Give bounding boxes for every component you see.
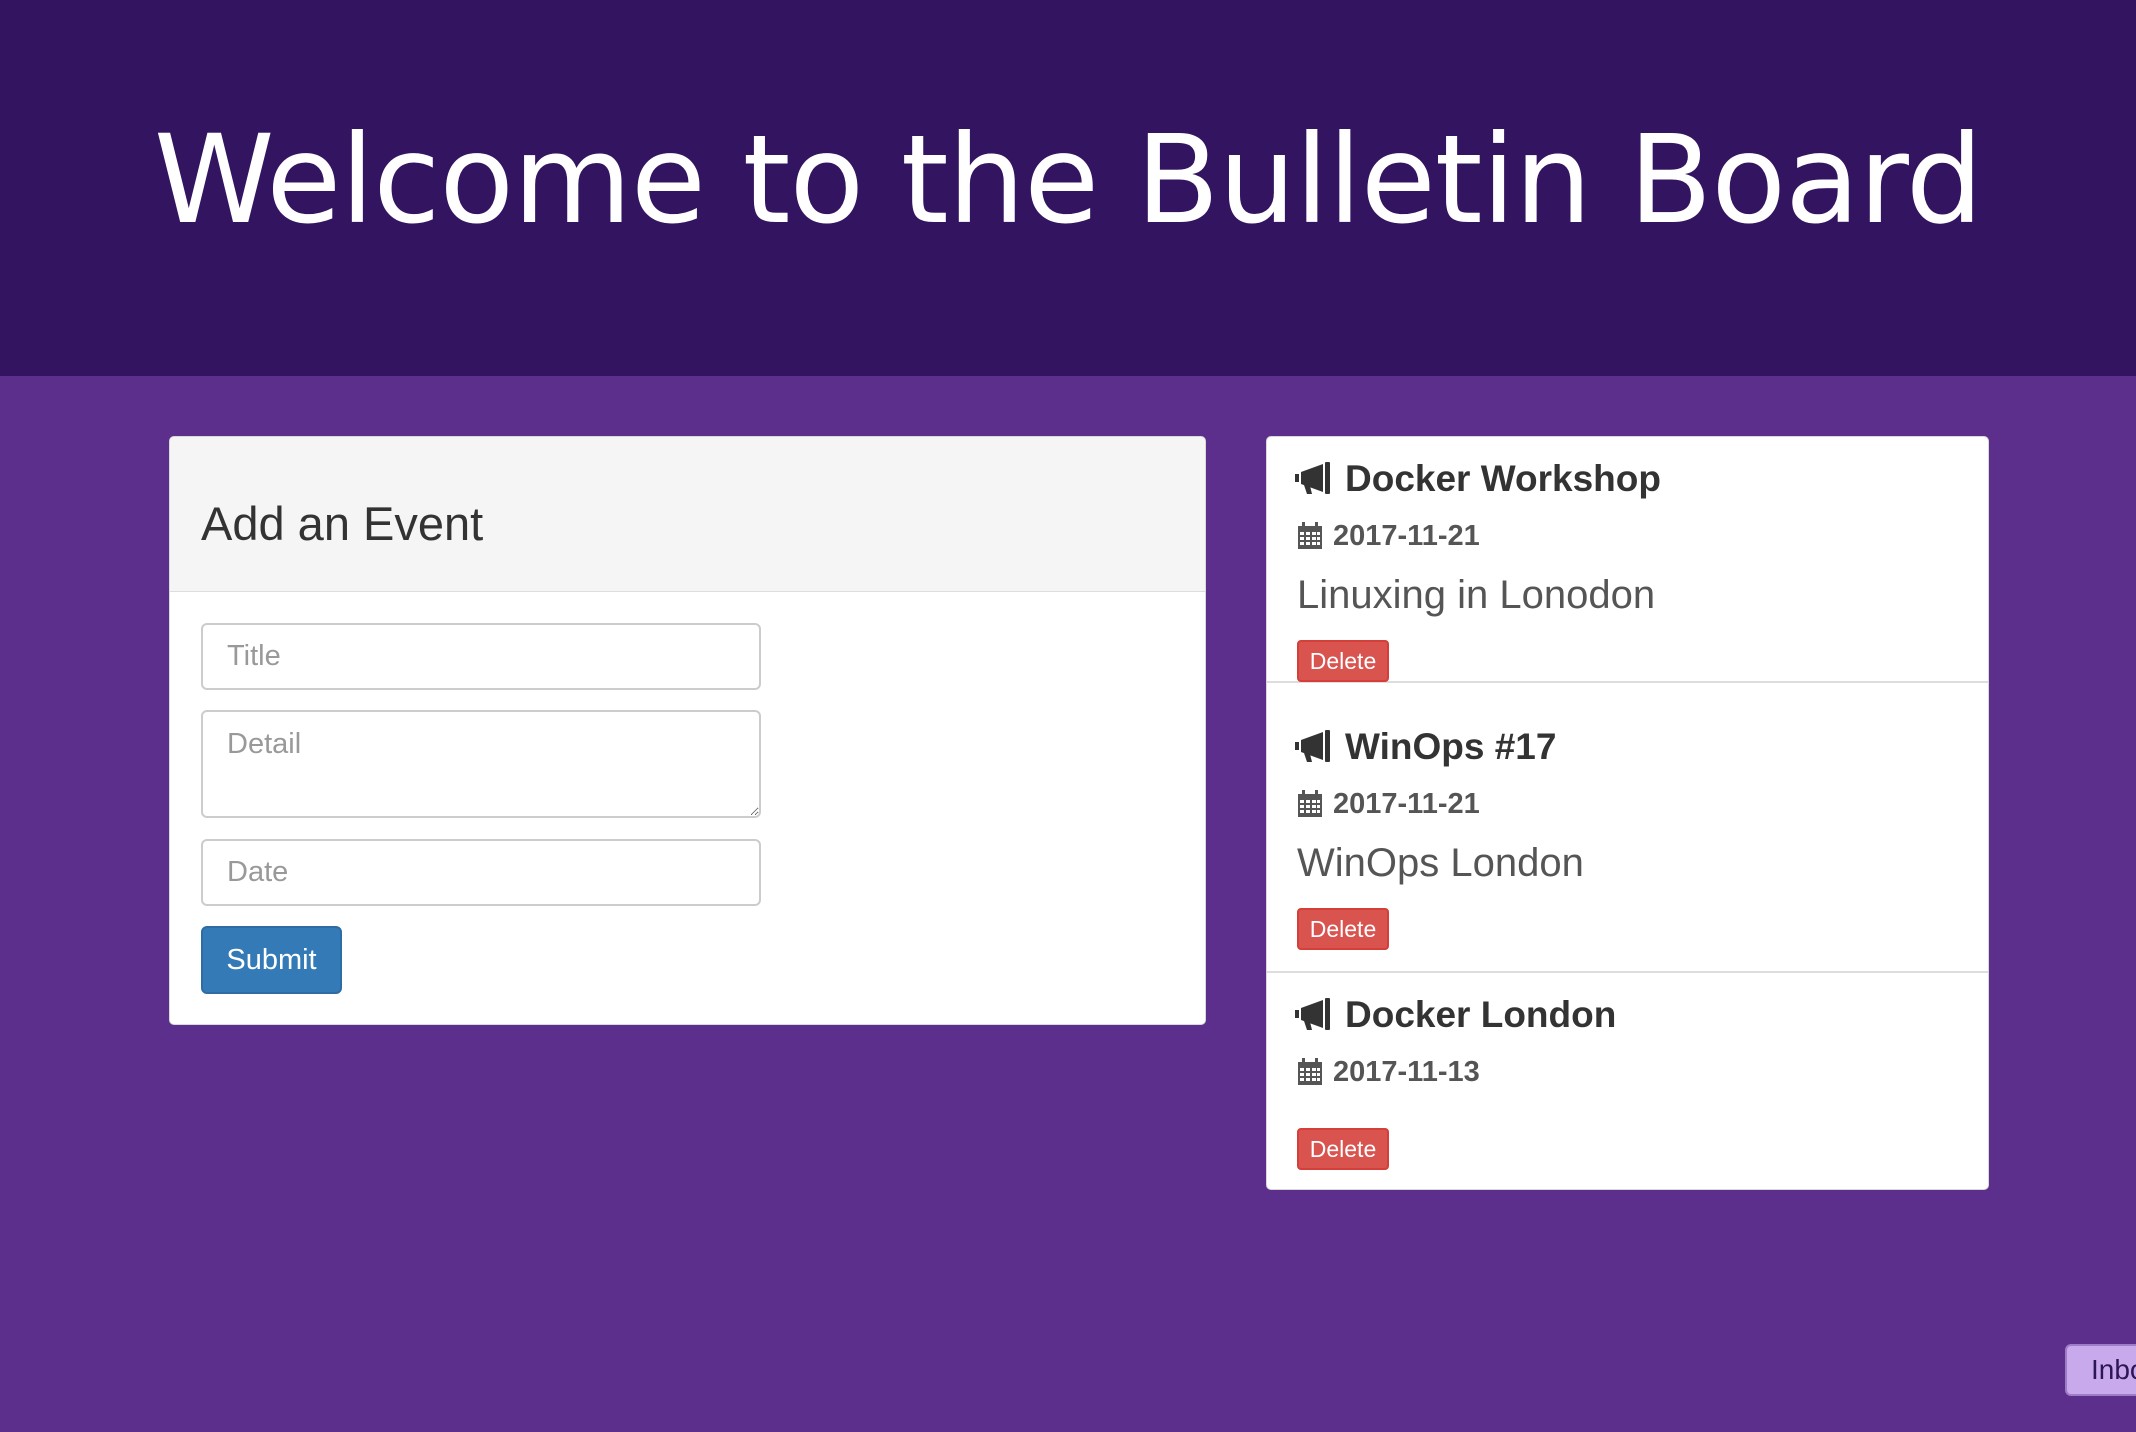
event-title: Docker London [1345,994,1617,1035]
event-date: 2017-11-21 [1333,788,1480,820]
delete-button[interactable]: Delete [1297,908,1389,950]
calendar-icon [1298,522,1322,549]
event-item: Docker London 2017-11-13 Delete [1267,973,1988,1189]
bullhorn-icon [1295,462,1330,494]
event-detail: WinOps London [1297,841,1584,885]
event-list: Docker Workshop 2017-11-21 Linuxing in L… [1266,436,1989,1190]
date-input[interactable] [201,839,761,906]
add-event-panel: Add an Event Submit [169,436,1206,1025]
event-title: WinOps #17 [1345,726,1557,767]
event-date: 2017-11-21 [1333,520,1480,552]
event-title: Docker Workshop [1345,458,1661,499]
bullhorn-icon [1295,998,1330,1030]
delete-button[interactable]: Delete [1297,1128,1389,1170]
event-item: WinOps #17 2017-11-21 WinOps London Dele… [1267,705,1988,973]
submit-button[interactable]: Submit [201,926,342,994]
calendar-icon [1298,790,1322,817]
detail-textarea[interactable] [201,710,761,818]
calendar-icon [1298,1058,1322,1085]
page-title: Welcome to the Bulletin Board [153,109,1983,251]
event-date: 2017-11-13 [1333,1056,1480,1088]
bullhorn-icon [1295,730,1330,762]
title-input[interactable] [201,623,761,690]
delete-button[interactable]: Delete [1297,640,1389,682]
panel-title: Add an Event [201,497,484,550]
event-detail: Linuxing in Lonodon [1297,573,1656,617]
event-item: Docker Workshop 2017-11-21 Linuxing in L… [1267,437,1988,683]
inbox-tab[interactable]: Inbo [2065,1344,2136,1396]
panel-heading: Add an Event [170,437,1205,592]
hero-banner: Welcome to the Bulletin Board [0,0,2136,376]
